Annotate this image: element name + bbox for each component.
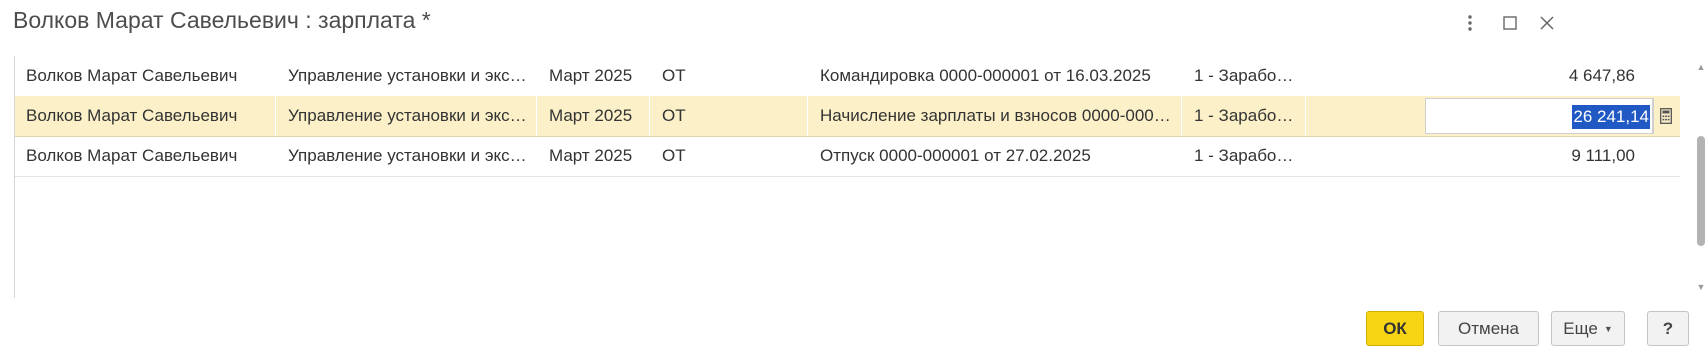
close-icon (1540, 16, 1554, 30)
code-cell[interactable]: ОТ (651, 96, 808, 136)
table-row[interactable]: Волков Марат Савельевич Управление устан… (15, 136, 1680, 177)
department-cell[interactable]: Управление установки и экс… (277, 96, 537, 136)
scroll-down-arrow-icon[interactable]: ▼ (1695, 282, 1707, 292)
close-button[interactable] (1536, 12, 1558, 34)
amount-editor-value[interactable]: 26 241,14 (1572, 105, 1650, 129)
account-cell[interactable]: 1 - Зарабо… (1194, 56, 1299, 96)
more-actions-button[interactable] (1459, 12, 1481, 34)
document-cell[interactable]: Отпуск 0000-000001 от 27.02.2025 (820, 136, 1180, 176)
help-button[interactable]: ? (1647, 311, 1689, 346)
employee-cell[interactable]: Волков Марат Савельевич (26, 56, 271, 96)
calculator-icon (1660, 108, 1672, 124)
more-button[interactable]: Еще ▼ (1551, 311, 1625, 346)
amount-cell[interactable]: 4 647,86 (1315, 56, 1635, 96)
scroll-up-arrow-icon[interactable]: ▲ (1695, 62, 1707, 72)
document-cell[interactable]: Начисление зарплаты и взносов 0000-000… (809, 96, 1182, 136)
amount-cell[interactable]: 9 111,00 (1315, 136, 1635, 176)
code-cell[interactable]: ОТ (662, 56, 802, 96)
vertical-scrollbar[interactable]: ▲ ▼ (1695, 62, 1707, 292)
code-cell[interactable]: ОТ (662, 136, 802, 176)
amount-editor[interactable]: 26 241,14 (1425, 98, 1653, 134)
salary-table[interactable]: Волков Марат Савельевич Управление устан… (14, 56, 1695, 298)
table-row-selected[interactable]: Волков Марат Савельевич Управление устан… (15, 96, 1680, 137)
period-cell[interactable]: Март 2025 (549, 136, 649, 176)
editor-separator (1653, 98, 1654, 134)
period-cell[interactable]: Март 2025 (538, 96, 650, 136)
calculator-button[interactable] (1658, 105, 1674, 127)
window-title: Волков Марат Савельевич : зарплата * (13, 7, 431, 33)
scroll-thumb[interactable] (1697, 136, 1705, 246)
department-cell[interactable]: Управление установки и экс… (288, 56, 533, 96)
employee-cell[interactable]: Волков Марат Савельевич (26, 136, 271, 176)
period-cell[interactable]: Март 2025 (549, 56, 649, 96)
account-cell[interactable]: 1 - Зарабо… (1194, 136, 1299, 176)
cancel-button[interactable]: Отмена (1438, 311, 1539, 346)
employee-cell[interactable]: Волков Марат Савельевич (15, 96, 276, 136)
chevron-down-icon: ▼ (1603, 323, 1613, 334)
account-cell[interactable]: 1 - Зарабо… (1183, 96, 1306, 136)
salary-dialog: Волков Марат Савельевич : зарплата * Вол… (0, 0, 1707, 364)
ok-button[interactable]: ОК (1366, 311, 1424, 346)
vertical-dots-icon (1468, 15, 1472, 31)
more-button-label: Еще (1563, 318, 1598, 338)
maximize-button[interactable] (1499, 12, 1521, 34)
maximize-icon (1503, 16, 1517, 30)
department-cell[interactable]: Управление установки и экс… (288, 136, 533, 176)
table-row[interactable]: Волков Марат Савельевич Управление устан… (15, 56, 1680, 97)
document-cell[interactable]: Командировка 0000-000001 от 16.03.2025 (820, 56, 1180, 96)
